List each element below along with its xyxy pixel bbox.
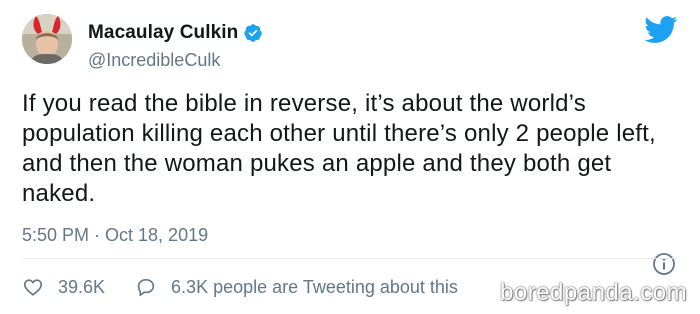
display-name[interactable]: Macaulay Culkin (88, 22, 238, 44)
like-button[interactable]: 39.6K (22, 276, 105, 298)
tweet-card: Macaulay Culkin @IncredibleCulk If you r… (0, 0, 700, 314)
verified-badge-icon (244, 24, 263, 42)
author-handle[interactable]: @IncredibleCulk (88, 50, 220, 71)
heart-icon (23, 279, 43, 296)
tweet-timestamp[interactable]: 5:50 PM · Oct 18, 2019 (22, 225, 208, 246)
avatar[interactable] (22, 14, 72, 64)
tweet-actions: 39.6K 6.3K people are Tweeting about thi… (22, 276, 458, 298)
info-icon[interactable] (652, 252, 676, 276)
conversation-text: 6.3K people are Tweeting about this (171, 276, 458, 297)
profile-photo-icon (22, 14, 72, 64)
divider (22, 258, 678, 259)
conversation-button[interactable]: 6.3K people are Tweeting about this (135, 276, 458, 298)
like-count: 39.6K (58, 276, 106, 297)
watermark: boredpanda.com (500, 279, 688, 306)
twitter-logo-icon[interactable] (644, 16, 678, 44)
tweet-text: If you read the bible in reverse, it’s a… (22, 90, 656, 207)
speech-bubble-icon (137, 279, 155, 297)
author-name-row[interactable]: Macaulay Culkin (88, 22, 263, 44)
